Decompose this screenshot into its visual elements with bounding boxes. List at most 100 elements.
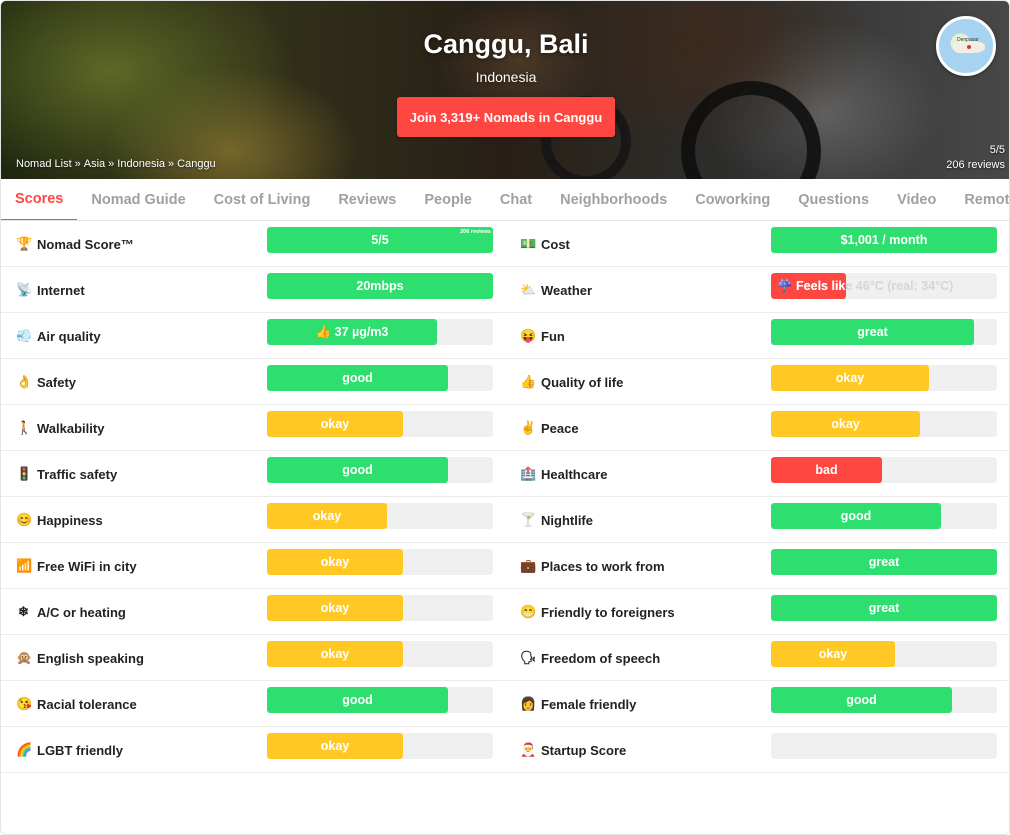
score-label-text: Peace [541,420,579,436]
score-value: $1,001 / month [840,233,928,247]
score-label-text: Weather [541,282,593,298]
score-bar-freedom-of-speech[interactable]: okay [771,641,997,667]
score-bar-nomad-score[interactable]: 5/5 206 reviews [267,227,493,253]
score-label-cell: ✌ Peace [520,405,765,451]
score-bar-a-c-or-heating[interactable]: okay [267,595,493,621]
score-bar-english-speaking[interactable]: okay [267,641,493,667]
rainbow-icon: 🌈 [16,742,33,757]
score-bar-walkability[interactable]: okay [267,411,493,437]
score-label-cell: 🌈 LGBT friendly [16,727,261,773]
tab-neighborhoods[interactable]: Neighborhoods [546,179,681,220]
score-label-cell: 🎅 Startup Score [520,727,765,773]
score-label-lgbt-friendly: 🌈 LGBT friendly [16,742,123,758]
score-value: okay [312,509,342,523]
city-page: Canggu, Bali Indonesia Join 3,319+ Nomad… [0,0,1010,835]
work-icon: 💼 [520,558,537,573]
score-row: 😊 Happiness okay 🍸 Nightlife good [1,497,1009,543]
score-value: ☔ Feels like 46°C (real: 34°C) [777,278,846,293]
score-label-cell: 💵 Cost [520,221,765,267]
score-label-nomad-score: 🏆 Nomad Score™ [16,236,134,252]
score-bar-friendly-to-foreigners[interactable]: great [771,595,997,621]
breadcrumb-asia[interactable]: Asia [84,158,105,170]
snowflake-icon: ❄ [18,604,29,619]
score-value: okay [835,371,865,385]
score-bar-female-friendly[interactable]: good [771,687,997,713]
score-label-air-quality: 💨 Air quality [16,328,101,344]
tab-scores[interactable]: Scores [1,179,78,220]
breadcrumb-canggu[interactable]: Canggu [177,158,216,170]
score-bar-traffic-safety[interactable]: good [267,457,493,483]
minimap[interactable]: Denpasar [936,16,996,76]
score-label-walkability: 🚶 Walkability [16,420,104,436]
tab-remote[interactable]: Remote [950,179,1009,220]
score-bar-internet[interactable]: 20mbps [267,273,493,299]
score-bar-happiness[interactable]: okay [267,503,493,529]
tab-coworking[interactable]: Coworking [681,179,784,220]
speech-icon: 🗣 [520,650,537,665]
score-row: 😘 Racial tolerance good 👩 Female friendly goo… [1,681,1009,727]
breadcrumb-nomad-list[interactable]: Nomad List [16,158,72,170]
score-bar-free-wifi-in-city[interactable]: okay [267,549,493,575]
score-bar-racial-tolerance[interactable]: good [267,687,493,713]
satellite-icon: 📡 [16,282,33,297]
wifi-icon: 📶 [16,558,33,573]
traffic-light-icon: 🚦 [16,466,33,481]
score-bar-places-to-work-from[interactable]: great [771,549,997,575]
score-row: 🏆 Nomad Score™ 5/5 206 reviews 💵 Cost $1,001 /… [1,221,1009,267]
score-bar-weather[interactable]: ☔ Feels like 46°C (real: 34°C) ☔ Feels li… [771,273,997,299]
join-nomads-button[interactable]: Join 3,319+ Nomads in Canggu [397,97,615,137]
trophy-icon: 🏆 [16,236,33,251]
score-label-text: Friendly to foreigners [541,604,675,620]
score-label-cell: 📶 Free WiFi in city [16,543,261,589]
score-label-internet: 📡 Internet [16,282,85,298]
score-label-text: Happiness [37,512,103,528]
city-title: Canggu, Bali [423,29,589,59]
tab-reviews[interactable]: Reviews [324,179,410,220]
score-bar-lgbt-friendly[interactable]: okay [267,733,493,759]
country-name: Indonesia [475,69,537,85]
score-bar-fun[interactable]: great [771,319,997,345]
score-value-visible-part: ☔ Feels like 46°C (real: 34°C) [771,273,846,299]
score-label-text: Walkability [37,420,105,436]
score-label-text: Air quality [37,328,101,344]
peace-icon: ✌ [520,420,537,435]
score-label-cell: 💨 Air quality [16,313,261,359]
score-label-text: Internet [37,282,85,298]
score-label-cost: 💵 Cost [520,236,570,252]
score-bar-healthcare[interactable]: bad [771,457,997,483]
cocktail-icon: 🍸 [520,512,537,527]
score-bar-safety[interactable]: good [267,365,493,391]
score-bar-startup-score[interactable] [771,733,997,759]
score-value: 5/5 [371,233,389,247]
score-label-cell: 👍 Quality of life [520,359,765,405]
score-label-happiness: 😊 Happiness [16,512,103,528]
scores-grid: 🏆 Nomad Score™ 5/5 206 reviews 💵 Cost $1,001 /… [1,221,1009,773]
rating-summary[interactable]: 5/5 206 reviews [946,143,1005,173]
breadcrumb-separator: » [168,158,175,170]
score-value: 20mbps [356,279,404,293]
score-label-friendly-to-foreigners: 😁 Friendly to foreigners [520,604,675,620]
rating-value: 5/5 [989,144,1005,156]
tab-nomad-guide[interactable]: Nomad Guide [77,179,199,220]
score-label-cell: 📡 Internet [16,267,261,313]
breadcrumb-indonesia[interactable]: Indonesia [117,158,165,170]
score-value: okay [818,647,848,661]
score-label-peace: ✌ Peace [520,420,579,436]
score-value: good [840,509,872,523]
breadcrumb-separator: » [74,158,81,170]
grin-icon: 😁 [520,604,537,619]
tab-video[interactable]: Video [883,179,950,220]
score-bar-nightlife[interactable]: good [771,503,997,529]
air-icon: 💨 [16,328,33,343]
tab-people[interactable]: People [410,179,486,220]
score-bar-cost[interactable]: $1,001 / month [771,227,997,253]
score-label-quality-of-life: 👍 Quality of life [520,374,623,390]
score-bar-air-quality[interactable]: 👍 37 µg/m3 [267,319,493,345]
score-bar-quality-of-life[interactable]: okay [771,365,997,391]
tab-questions[interactable]: Questions [784,179,883,220]
tab-cost-of-living[interactable]: Cost of Living [200,179,325,220]
score-bar-peace[interactable]: okay [771,411,997,437]
woman-icon: 👩 [520,696,537,711]
score-label-cell: 🏥 Healthcare [520,451,765,497]
tab-chat[interactable]: Chat [486,179,546,220]
